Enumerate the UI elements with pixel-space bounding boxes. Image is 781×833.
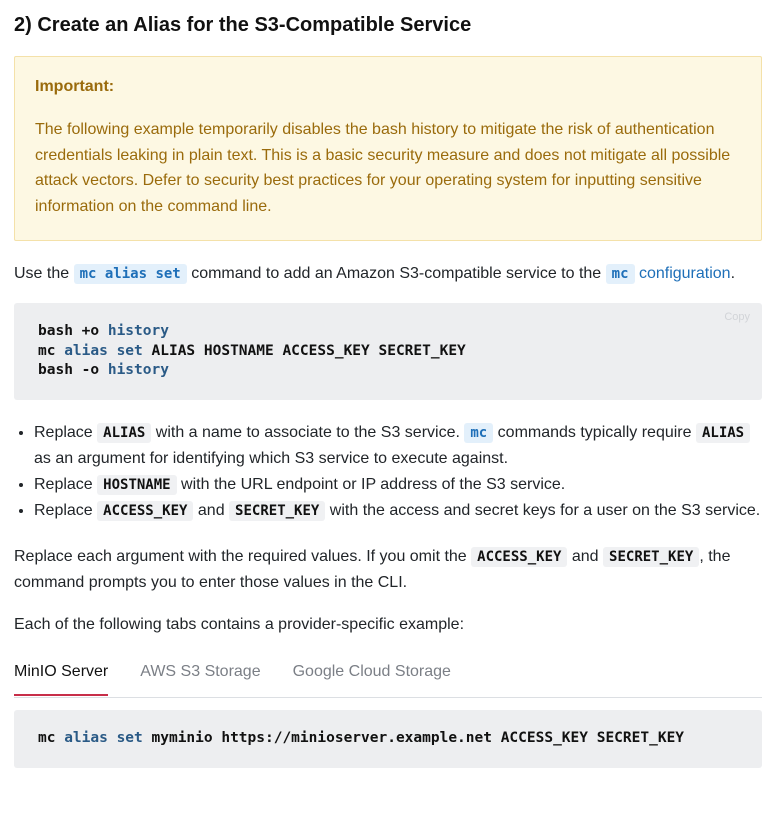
admonition-text: The following example temporarily disabl… bbox=[35, 121, 731, 216]
mc-link[interactable]: mc bbox=[464, 422, 494, 443]
access-key-code: ACCESS_KEY bbox=[97, 501, 194, 522]
list-item: Replace ACCESS_KEY and SECRET_KEY with t… bbox=[34, 498, 762, 525]
section-heading: 2) Create an Alias for the S3-Compatible… bbox=[14, 14, 472, 36]
mc-link[interactable]: mc bbox=[605, 263, 635, 284]
alias-code: ALIAS bbox=[695, 422, 751, 443]
replace-paragraph: Replace each argument with the required … bbox=[14, 546, 731, 592]
secret-key-code: SECRET_KEY bbox=[603, 546, 700, 567]
tab-aws-s3-storage[interactable]: AWS S3 Storage bbox=[140, 653, 260, 696]
list-item: Replace ALIAS with a name to associate t… bbox=[34, 420, 762, 472]
intro-text-post: . bbox=[730, 264, 736, 282]
secret-key-code: SECRET_KEY bbox=[229, 501, 326, 522]
code-block-history: Copy bash +o history mc alias set ALIAS … bbox=[14, 303, 762, 400]
code-line: mc alias set ALIAS HOSTNAME ACCESS_KEY S… bbox=[38, 342, 466, 359]
code-block-minio: mc alias set myminio https://minioserver… bbox=[14, 710, 762, 768]
access-key-code: ACCESS_KEY bbox=[471, 546, 568, 567]
tab-minio-server[interactable]: MinIO Server bbox=[14, 653, 109, 697]
tabs-intro: Each of the following tabs contains a pr… bbox=[14, 615, 465, 633]
hostname-code: HOSTNAME bbox=[97, 474, 177, 495]
admonition-title: Important: bbox=[35, 78, 115, 95]
intro-text-pre: Use the bbox=[14, 264, 74, 282]
tab-google-cloud-storage[interactable]: Google Cloud Storage bbox=[293, 653, 451, 696]
provider-tabs: MinIO Server AWS S3 Storage Google Cloud… bbox=[14, 653, 762, 699]
copy-button[interactable]: Copy bbox=[724, 311, 750, 323]
important-admonition: Important: The following example tempora… bbox=[14, 56, 762, 241]
code-line: bash +o history bbox=[38, 323, 169, 340]
code-line: mc alias set myminio https://minioserver… bbox=[38, 730, 685, 747]
replace-list: Replace ALIAS with a name to associate t… bbox=[14, 420, 762, 525]
list-item: Replace HOSTNAME with the URL endpoint o… bbox=[34, 472, 762, 499]
alias-code: ALIAS bbox=[97, 422, 152, 443]
intro-paragraph: Use the mc alias set command to add an A… bbox=[14, 261, 762, 288]
intro-text-mid: command to add an Amazon S3-compatible s… bbox=[186, 264, 606, 282]
mc-alias-set-link[interactable]: mc alias set bbox=[73, 263, 187, 284]
code-line: bash -o history bbox=[38, 362, 169, 379]
configuration-link[interactable]: configuration bbox=[639, 265, 731, 282]
